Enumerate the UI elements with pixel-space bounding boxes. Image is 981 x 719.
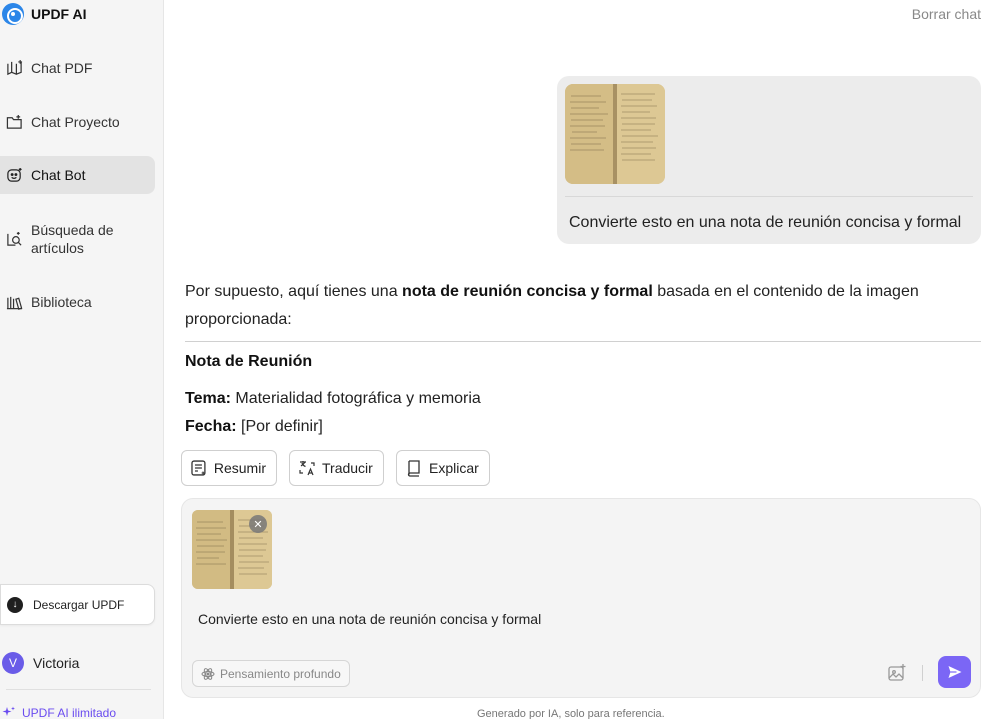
note-field-fecha: Fecha: [Por definir] — [185, 418, 323, 436]
upgrade-label: UPDF AI ilimitado — [22, 706, 117, 719]
sidebar-item-label: Biblioteca — [31, 294, 92, 310]
field-label: Fecha: — [185, 418, 237, 435]
download-icon: ↓ — [7, 596, 23, 613]
article-search-icon — [7, 231, 22, 246]
label-line-1: Búsqueda de — [31, 222, 114, 238]
clear-chat-button[interactable]: Borrar chat — [912, 6, 981, 22]
sidebar-item-label: Búsqueda de artículos — [31, 221, 114, 257]
summarize-label: Resumir — [213, 460, 266, 476]
user-message-bubble: Convierte esto en una nota de reunión co… — [557, 76, 981, 244]
user-name: Victoria — [33, 655, 80, 671]
translate-icon — [299, 461, 315, 476]
composer-input[interactable]: Convierte esto en una nota de reunión co… — [198, 611, 541, 627]
sparkle-icon — [2, 706, 15, 716]
sidebar-item-label: Chat Bot — [31, 167, 86, 183]
sidebar-item-biblioteca[interactable]: Biblioteca — [0, 288, 155, 316]
deep-thinking-toggle[interactable]: Pensamiento profundo — [192, 660, 350, 687]
message-composer[interactable]: ✕ Convierte esto en una nota de reunión … — [181, 498, 981, 698]
ai-reply-intro: Por supuesto, aquí tienes una nota de re… — [185, 278, 975, 334]
summarize-icon — [191, 460, 206, 476]
sidebar-item-chat-bot[interactable]: Chat Bot — [0, 156, 155, 194]
updf-logo-icon — [2, 3, 24, 25]
notebook-image — [565, 84, 665, 184]
attached-image-thumbnail[interactable] — [565, 84, 665, 184]
reply-text: Por supuesto, aquí tienes una — [185, 283, 403, 300]
image-add-icon[interactable] — [886, 662, 908, 684]
translate-button[interactable]: Traducir — [289, 450, 384, 486]
sidebar: UPDF AI Chat PDF Chat Proyecto Chat Bot … — [0, 0, 164, 719]
field-value: [Por definir] — [236, 418, 323, 435]
sidebar-item-chat-pdf[interactable]: Chat PDF — [0, 54, 155, 82]
explain-button[interactable]: Explicar — [396, 450, 490, 486]
ai-disclaimer: Generado por IA, solo para referencia. — [477, 708, 665, 719]
sidebar-item-label: Chat Proyecto — [31, 114, 120, 130]
sidebar-item-label: Chat PDF — [31, 60, 93, 76]
chat-pdf-icon — [7, 59, 23, 75]
bot-icon — [7, 167, 22, 182]
deep-thinking-label: Pensamiento profundo — [220, 666, 341, 681]
summarize-button[interactable]: Resumir — [181, 450, 277, 486]
atom-icon — [201, 667, 215, 680]
note-field-tema: Tema: Materialidad fotográfica y memoria — [185, 390, 481, 408]
sidebar-item-chat-proyecto[interactable]: Chat Proyecto — [0, 108, 155, 136]
upgrade-link[interactable]: UPDF AI ilimitado — [2, 706, 116, 719]
download-label: Descargar UPDF — [33, 597, 125, 612]
remove-attachment-icon[interactable]: ✕ — [249, 515, 267, 533]
composer-divider — [922, 665, 923, 681]
brand-name: UPDF AI — [31, 6, 87, 22]
user-message-text: Convierte esto en una nota de reunión co… — [569, 214, 962, 231]
field-value: Materialidad fotográfica y memoria — [230, 390, 481, 407]
reply-bold-text: nota de reunión concisa y formal — [402, 283, 653, 300]
bubble-separator — [565, 196, 973, 197]
send-icon — [948, 666, 961, 678]
field-label: Tema: — [185, 390, 231, 407]
sidebar-divider — [6, 689, 151, 690]
user-profile[interactable]: V Victoria — [2, 652, 79, 674]
book-icon — [407, 460, 420, 477]
sidebar-item-busqueda-articulos[interactable]: Búsqueda de artículos — [0, 220, 155, 258]
download-updf-button[interactable]: ↓ Descargar UPDF — [0, 584, 155, 625]
folder-plus-icon — [6, 114, 22, 129]
explain-label: Explicar — [429, 460, 479, 476]
library-icon — [6, 296, 23, 310]
avatar: V — [2, 652, 24, 674]
label-line-2: artículos — [31, 240, 84, 256]
brand[interactable]: UPDF AI — [2, 2, 86, 26]
translate-label: Traducir — [322, 460, 373, 476]
reply-divider — [185, 341, 981, 342]
send-button[interactable] — [938, 656, 971, 688]
note-title: Nota de Reunión — [185, 353, 313, 370]
